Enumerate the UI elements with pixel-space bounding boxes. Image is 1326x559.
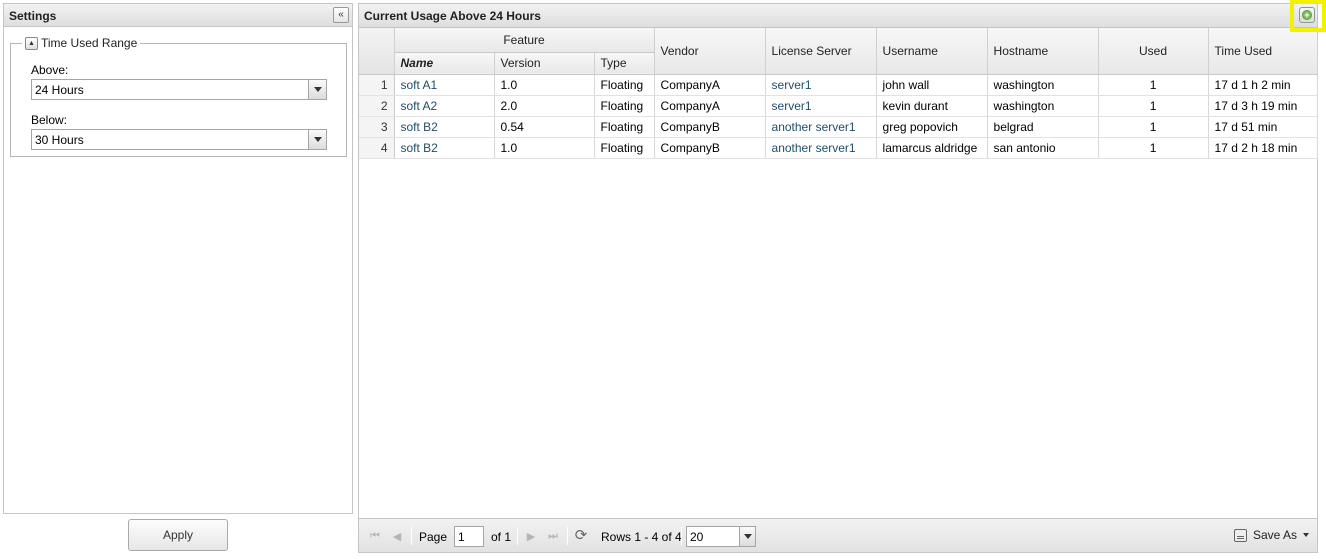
feature-name-link[interactable]: soft B2 bbox=[394, 116, 495, 138]
column-header-version[interactable]: Version bbox=[494, 52, 595, 75]
cell-type: Floating bbox=[594, 95, 655, 117]
cell-vendor: CompanyA bbox=[654, 74, 766, 96]
cell-hostname: san antonio bbox=[987, 137, 1099, 159]
column-header-license-server[interactable]: License Server bbox=[765, 28, 877, 75]
cell-used: 1 bbox=[1098, 137, 1209, 159]
feature-name-link[interactable]: soft A1 bbox=[394, 74, 495, 96]
rows-per-page-value: 20 bbox=[690, 530, 704, 544]
cell-used: 1 bbox=[1098, 95, 1209, 117]
apply-button[interactable]: Apply bbox=[128, 519, 228, 551]
column-header-used[interactable]: Used bbox=[1098, 28, 1209, 75]
cell-username: john wall bbox=[876, 74, 988, 96]
settings-title: Settings bbox=[9, 9, 57, 23]
license-server-link[interactable]: server1 bbox=[765, 95, 877, 117]
previous-page-icon[interactable]: ◀ bbox=[389, 528, 405, 544]
cell-time-used: 17 d 1 h 2 min bbox=[1208, 74, 1318, 96]
rows-per-page-select[interactable]: 20 bbox=[686, 526, 756, 547]
cell-type: Floating bbox=[594, 137, 655, 159]
cell-type: Floating bbox=[594, 116, 655, 138]
column-header-name[interactable]: Name bbox=[394, 52, 495, 75]
row-number: 3 bbox=[359, 116, 395, 138]
license-server-link[interactable]: another server1 bbox=[765, 137, 877, 159]
cell-username: lamarcus aldridge bbox=[876, 137, 988, 159]
export-icon[interactable]: + bbox=[1299, 7, 1315, 23]
chevron-down-icon[interactable] bbox=[308, 130, 326, 149]
caret-down-icon bbox=[1303, 533, 1309, 537]
first-page-icon[interactable]: ⏮ bbox=[367, 528, 383, 544]
save-as-label: Save As bbox=[1252, 528, 1297, 542]
column-header-vendor[interactable]: Vendor bbox=[654, 28, 766, 75]
cell-version: 2.0 bbox=[494, 95, 595, 117]
row-number-header bbox=[359, 28, 395, 75]
column-header-username[interactable]: Username bbox=[876, 28, 988, 75]
page-count-label: of 1 bbox=[491, 530, 512, 544]
table-row[interactable]: 3 soft B2 0.54 Floating CompanyB another… bbox=[359, 116, 1318, 138]
column-header-time-used[interactable]: Time Used bbox=[1208, 28, 1318, 75]
fieldset-label: Time Used Range bbox=[41, 36, 138, 50]
cell-time-used: 17 d 2 h 18 min bbox=[1208, 137, 1318, 159]
cell-hostname: washington bbox=[987, 95, 1099, 117]
row-number: 1 bbox=[359, 74, 395, 96]
row-number: 4 bbox=[359, 137, 395, 159]
table-row[interactable]: 4 soft B2 1.0 Floating CompanyB another … bbox=[359, 137, 1318, 159]
last-page-icon[interactable]: ⏭ bbox=[545, 528, 561, 544]
time-used-range-fieldset: ▲ Time Used Range Above: 24 Hours Below:… bbox=[10, 36, 347, 157]
usage-table: Feature Vendor License Server Username H… bbox=[359, 28, 1318, 159]
collapse-panel-icon[interactable]: « bbox=[333, 7, 349, 23]
license-server-link[interactable]: server1 bbox=[765, 74, 877, 96]
grid-title: Current Usage Above 24 Hours bbox=[364, 9, 541, 23]
grid-header: Current Usage Above 24 Hours bbox=[359, 4, 1317, 28]
below-select-value: 30 Hours bbox=[35, 133, 84, 147]
settings-panel: Settings « ▲ Time Used Range Above: 24 H… bbox=[3, 3, 353, 514]
refresh-icon[interactable]: ⟳ bbox=[572, 527, 590, 545]
page-label: Page bbox=[419, 530, 448, 544]
below-label: Below: bbox=[31, 113, 68, 127]
table-row[interactable]: 1 soft A1 1.0 Floating CompanyA server1 … bbox=[359, 74, 1318, 96]
feature-name-link[interactable]: soft A2 bbox=[394, 95, 495, 117]
cell-username: kevin durant bbox=[876, 95, 988, 117]
chevron-down-icon[interactable] bbox=[739, 527, 755, 546]
row-number: 2 bbox=[359, 95, 395, 117]
license-server-link[interactable]: another server1 bbox=[765, 116, 877, 138]
above-select[interactable]: 24 Hours bbox=[31, 79, 327, 100]
cell-vendor: CompanyA bbox=[654, 95, 766, 117]
above-select-value: 24 Hours bbox=[35, 83, 84, 97]
feature-group-header: Feature bbox=[394, 28, 655, 53]
cell-hostname: belgrad bbox=[987, 116, 1099, 138]
chevron-down-icon[interactable] bbox=[308, 80, 326, 99]
cell-type: Floating bbox=[594, 74, 655, 96]
pager-toolbar: ⏮ ◀ Page of 1 ▶ ⏭ ⟳ Rows 1 - 4 of 4 20 S… bbox=[359, 518, 1317, 552]
collapse-fieldset-icon[interactable]: ▲ bbox=[25, 36, 38, 50]
cell-time-used: 17 d 51 min bbox=[1208, 116, 1318, 138]
fieldset-legend: ▲ Time Used Range bbox=[22, 36, 141, 50]
cell-hostname: washington bbox=[987, 74, 1099, 96]
cell-version: 1.0 bbox=[494, 137, 595, 159]
feature-name-link[interactable]: soft B2 bbox=[394, 137, 495, 159]
save-as-button[interactable]: Save As bbox=[1233, 528, 1309, 542]
below-select[interactable]: 30 Hours bbox=[31, 129, 327, 150]
cell-version: 0.54 bbox=[494, 116, 595, 138]
column-header-type[interactable]: Type bbox=[594, 52, 655, 75]
save-icon bbox=[1233, 528, 1247, 542]
usage-grid-panel: Current Usage Above 24 Hours Feature Ven… bbox=[358, 3, 1318, 553]
page-number-input[interactable] bbox=[454, 526, 484, 547]
above-label: Above: bbox=[31, 63, 69, 77]
cell-version: 1.0 bbox=[494, 74, 595, 96]
table-row[interactable]: 2 soft A2 2.0 Floating CompanyA server1 … bbox=[359, 95, 1318, 117]
column-header-hostname[interactable]: Hostname bbox=[987, 28, 1099, 75]
cell-username: greg popovich bbox=[876, 116, 988, 138]
cell-used: 1 bbox=[1098, 74, 1209, 96]
rows-info: Rows 1 - 4 of 4 bbox=[601, 530, 682, 544]
cell-vendor: CompanyB bbox=[654, 116, 766, 138]
cell-time-used: 17 d 3 h 19 min bbox=[1208, 95, 1318, 117]
next-page-icon[interactable]: ▶ bbox=[523, 528, 539, 544]
cell-vendor: CompanyB bbox=[654, 137, 766, 159]
cell-used: 1 bbox=[1098, 116, 1209, 138]
settings-header: Settings « bbox=[4, 4, 352, 27]
